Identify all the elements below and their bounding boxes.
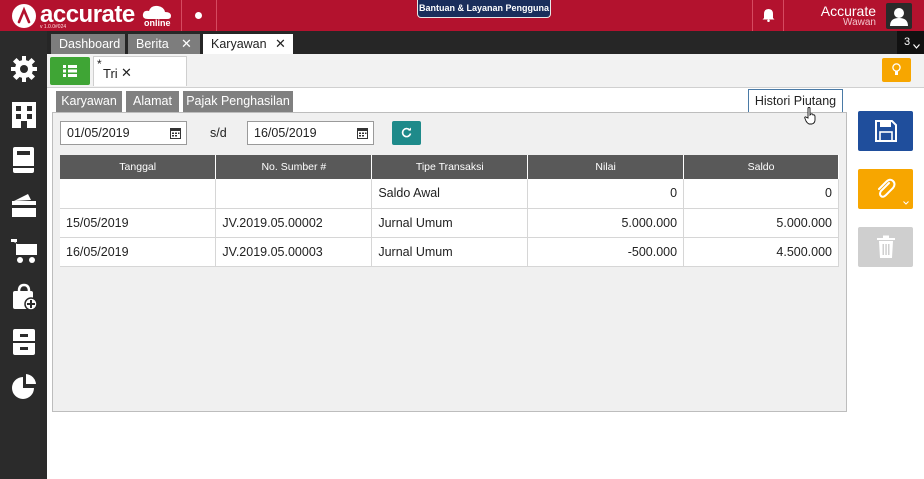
calendar-icon[interactable]: [170, 127, 181, 139]
tab-berita[interactable]: Berita ✕: [128, 34, 200, 54]
cell-nilai: 5.000.000: [527, 208, 685, 238]
tab-dashboard[interactable]: Dashboard: [51, 34, 125, 54]
divider: [783, 0, 784, 31]
save-button[interactable]: [858, 111, 913, 151]
tab-histori-piutang[interactable]: Histori Piutang: [748, 89, 843, 113]
bag-add-icon[interactable]: [10, 283, 38, 311]
book-icon[interactable]: [10, 146, 38, 174]
tab-label: Dashboard: [59, 37, 121, 51]
divider: [216, 0, 217, 31]
user-avatar-icon[interactable]: [886, 3, 912, 29]
delete-button[interactable]: [858, 227, 913, 267]
building-icon[interactable]: [10, 101, 38, 129]
tab-label: Karyawan: [211, 37, 267, 51]
refresh-button[interactable]: [392, 121, 421, 145]
close-icon[interactable]: ✕: [121, 65, 132, 81]
tips-button[interactable]: [882, 58, 911, 82]
cell-tipe: Saldo Awal: [371, 179, 529, 209]
attach-button[interactable]: [858, 169, 913, 209]
app-version: v 1.0.0#024: [40, 24, 67, 30]
divider: [752, 0, 753, 31]
list-button[interactable]: [50, 57, 90, 85]
modified-indicator: *: [97, 57, 102, 71]
logo-mark-icon: [12, 4, 36, 28]
date-from-input[interactable]: 01/05/2019: [60, 121, 187, 145]
cell-nilai: 0: [527, 179, 685, 209]
date-from-value: 01/05/2019: [67, 126, 130, 140]
bell-icon[interactable]: [762, 8, 775, 23]
save-icon: [875, 120, 897, 142]
refresh-icon: [401, 127, 412, 138]
table-row[interactable]: 15/05/2019 JV.2019.05.00002 Jurnal Umum …: [60, 208, 839, 238]
table-header-row: Tanggal No. Sumber # Tipe Transaksi Nila…: [60, 155, 839, 179]
logo-suffix: online: [144, 18, 171, 28]
column-header[interactable]: Saldo: [683, 155, 839, 179]
help-button[interactable]: Bantuan & Layanan Pengguna: [417, 0, 551, 18]
document-tab[interactable]: * Tri ✕: [93, 56, 187, 86]
history-table: Tanggal No. Sumber # Tipe Transaksi Nila…: [60, 155, 839, 267]
tab-count-label: 3: [904, 36, 911, 48]
app-logo[interactable]: accurate online v 1.0.0#024: [12, 1, 182, 30]
list-icon: [63, 65, 77, 77]
column-header[interactable]: Tanggal: [60, 155, 217, 179]
lightbulb-icon: [892, 63, 901, 75]
top-bar: accurate online v 1.0.0#024 Bantuan & La…: [0, 0, 924, 31]
tab-alamat[interactable]: Alamat: [126, 91, 179, 112]
tab-karyawan[interactable]: Karyawan ✕: [203, 34, 293, 54]
column-header[interactable]: No. Sumber #: [215, 155, 373, 179]
tab-overflow-count[interactable]: 3: [897, 31, 924, 54]
cell-tanggal: [60, 179, 217, 209]
archive-icon[interactable]: [10, 328, 38, 356]
tab-bar: Dashboard Berita ✕ Karyawan ✕: [47, 31, 924, 54]
column-header[interactable]: Nilai: [527, 155, 685, 179]
cell-tipe: Jurnal Umum: [371, 208, 529, 238]
table-row[interactable]: Saldo Awal 0 0: [60, 179, 839, 209]
cell-saldo: 0: [683, 179, 839, 209]
tab-karyawan-info[interactable]: Karyawan: [56, 91, 122, 112]
chevron-down-icon: [913, 44, 920, 49]
cell-tipe: Jurnal Umum: [371, 237, 529, 267]
cell-tanggal: 16/05/2019: [60, 237, 217, 267]
cell-tanggal: 15/05/2019: [60, 208, 217, 238]
tab-pajak-penghasilan[interactable]: Pajak Penghasilan: [183, 91, 293, 112]
sidebar: [0, 31, 47, 479]
date-range-separator: s/d: [210, 126, 227, 140]
chevron-down-icon: [903, 201, 909, 205]
status-dot-icon: [195, 12, 202, 19]
document-name: Tri: [103, 66, 118, 81]
pie-chart-icon[interactable]: [10, 372, 38, 400]
tab-label: Berita: [136, 37, 169, 51]
user-name: Wawan: [843, 17, 876, 28]
divider: [181, 0, 182, 31]
hand-cursor-icon: [804, 107, 816, 125]
cell-saldo: 5.000.000: [683, 208, 839, 238]
document-bar: * Tri ✕: [47, 54, 924, 88]
trash-icon: [877, 235, 895, 258]
column-header[interactable]: Tipe Transaksi: [371, 155, 529, 179]
cell-no-sumber: JV.2019.05.00003: [215, 237, 373, 267]
close-icon[interactable]: ✕: [275, 34, 286, 54]
date-to-input[interactable]: 16/05/2019: [247, 121, 374, 145]
cart-icon[interactable]: [10, 237, 38, 265]
calendar-icon[interactable]: [357, 127, 368, 139]
date-to-value: 16/05/2019: [254, 126, 317, 140]
panel-tabs: Karyawan Alamat Pajak Penghasilan Histor…: [52, 88, 846, 113]
cell-no-sumber: JV.2019.05.00002: [215, 208, 373, 238]
close-icon[interactable]: ✕: [181, 34, 192, 54]
gear-icon[interactable]: [10, 55, 38, 83]
histori-piutang-panel: 01/05/2019 s/d 16/05/2019 Tanggal No. Su…: [52, 112, 847, 412]
cell-saldo: 4.500.000: [683, 237, 839, 267]
cell-nilai: -500.000: [527, 237, 685, 267]
table-row[interactable]: 16/05/2019 JV.2019.05.00003 Jurnal Umum …: [60, 237, 839, 267]
paperclip-icon: [878, 178, 896, 198]
cell-no-sumber: [215, 179, 373, 209]
wallet-icon[interactable]: [10, 191, 38, 219]
